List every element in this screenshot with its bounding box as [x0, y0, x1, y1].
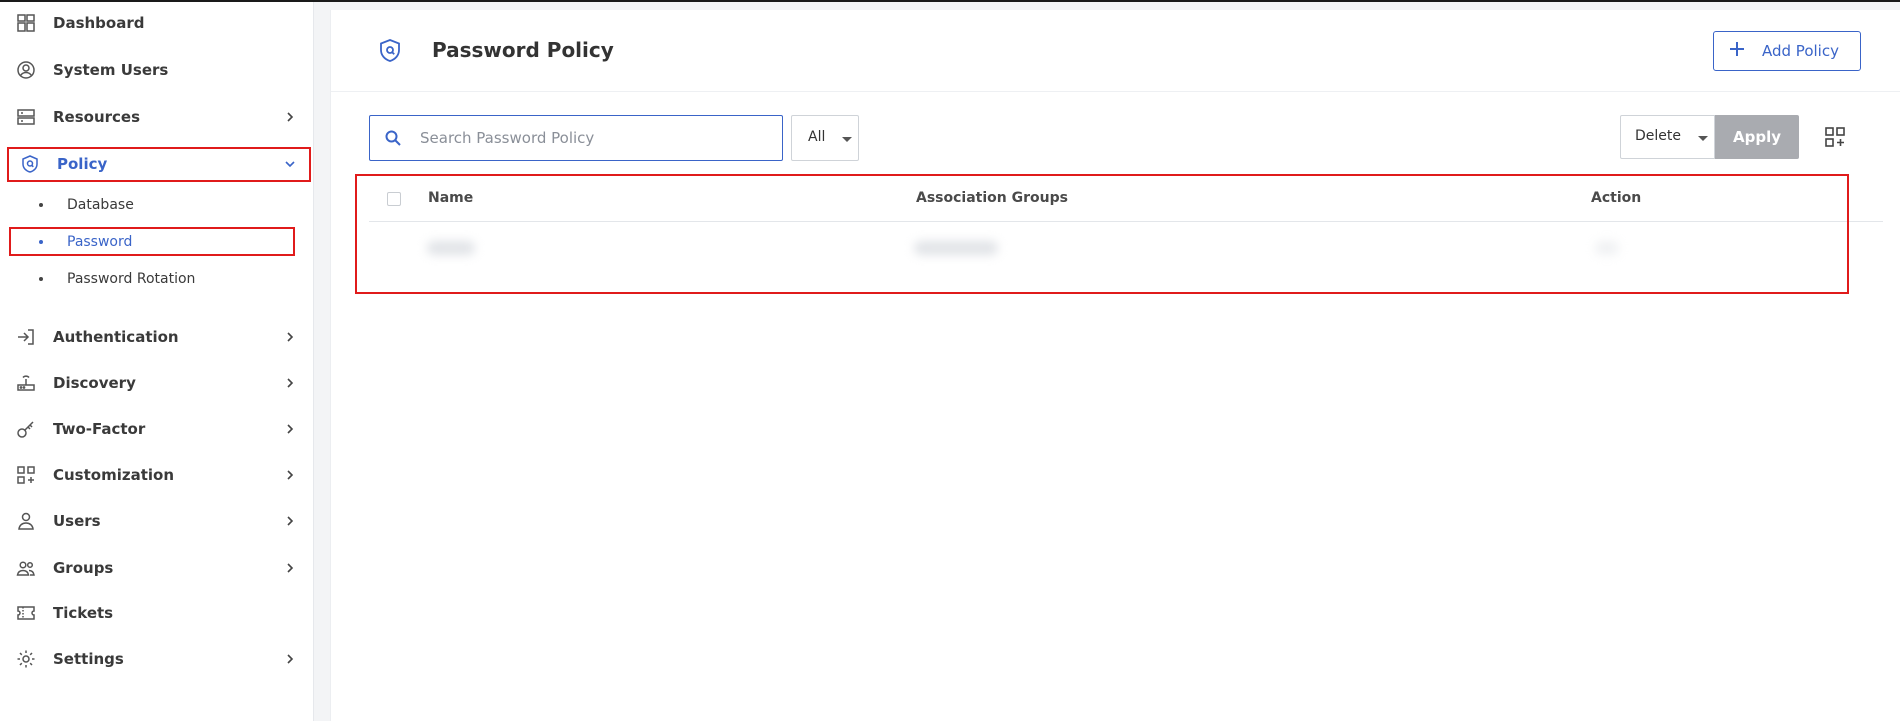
sidebar-item-policy[interactable]: Policy	[0, 149, 314, 179]
blurred-action-cell	[1595, 241, 1619, 255]
search-icon	[384, 129, 402, 147]
bulk-action-value: Delete	[1635, 128, 1681, 144]
sidebar-item-groups[interactable]: Groups	[0, 553, 314, 583]
group-icon	[16, 558, 36, 578]
sidebar-item-label: Authentication	[53, 328, 179, 346]
chevron-right-icon	[283, 110, 297, 124]
main-content: Password Policy Add Policy All Delete Ap…	[314, 2, 1900, 721]
chevron-right-icon	[283, 468, 297, 482]
chevron-down-icon	[283, 157, 297, 171]
sidebar-item-label: Tickets	[53, 604, 114, 622]
widgets-icon	[16, 465, 36, 485]
page-title: Password Policy	[432, 38, 614, 62]
chevron-right-icon	[283, 422, 297, 436]
column-header-action: Action	[1591, 190, 1642, 206]
bullet	[39, 240, 43, 244]
search-input[interactable]	[420, 126, 770, 150]
chevron-right-icon	[283, 561, 297, 575]
caret-down-icon	[842, 137, 852, 142]
sidebar: Dashboard System Users Resources Policy …	[0, 2, 314, 721]
sidebar-item-authentication[interactable]: Authentication	[0, 322, 314, 352]
column-header-name[interactable]: Name	[428, 190, 473, 206]
caret-down-icon	[1698, 136, 1708, 141]
sidebar-item-label: Users	[53, 512, 101, 530]
sidebar-item-label: Two-Factor	[53, 420, 146, 438]
plus-icon	[1728, 40, 1746, 62]
table-header: Name Association Groups Action	[369, 176, 1883, 222]
chevron-right-icon	[283, 514, 297, 528]
sidebar-item-customization[interactable]: Customization	[0, 460, 314, 490]
sidebar-item-label: System Users	[53, 61, 169, 79]
sidebar-subitem-password-rotation[interactable]: Password Rotation	[0, 265, 314, 293]
sidebar-item-label: Discovery	[53, 374, 136, 392]
ticket-icon	[16, 603, 36, 623]
sidebar-item-label: Groups	[53, 559, 114, 577]
sidebar-item-system-users[interactable]: System Users	[0, 55, 314, 85]
sidebar-item-resources[interactable]: Resources	[0, 102, 314, 132]
sidebar-item-label: Resources	[53, 108, 141, 126]
sidebar-subitem-database[interactable]: Database	[0, 191, 314, 219]
sidebar-item-discovery[interactable]: Discovery	[0, 368, 314, 398]
sidebar-item-label: Dashboard	[53, 14, 145, 32]
table-row[interactable]	[369, 223, 1883, 273]
filter-select[interactable]: All	[791, 115, 859, 161]
search-box[interactable]	[369, 115, 783, 161]
sidebar-subitem-password[interactable]: Password	[0, 228, 314, 256]
user-circle-icon	[16, 60, 36, 80]
chevron-right-icon	[283, 376, 297, 390]
apply-button[interactable]: Apply	[1715, 115, 1799, 159]
page-header: Password Policy Add Policy	[331, 10, 1900, 92]
router-icon	[16, 373, 36, 393]
sidebar-item-dashboard[interactable]: Dashboard	[0, 8, 314, 38]
sidebar-item-label: Settings	[53, 650, 124, 668]
user-icon	[16, 511, 36, 531]
column-settings-icon[interactable]	[1823, 125, 1847, 149]
sidebar-item-label: Policy	[57, 155, 108, 173]
bullet	[39, 203, 43, 207]
sidebar-item-tickets[interactable]: Tickets	[0, 598, 314, 628]
key-icon	[16, 419, 36, 439]
gear-icon	[16, 649, 36, 669]
sidebar-subitem-label: Database	[67, 197, 134, 213]
select-all-checkbox[interactable]	[387, 192, 401, 206]
shield-icon	[378, 38, 402, 64]
sidebar-item-two-factor[interactable]: Two-Factor	[0, 414, 314, 444]
add-policy-label: Add Policy	[1762, 42, 1839, 60]
bullet	[39, 277, 43, 281]
sidebar-item-label: Customization	[53, 466, 175, 484]
filter-value: All	[808, 129, 826, 145]
dashboard-icon	[16, 13, 36, 33]
sidebar-subitem-label: Password Rotation	[67, 271, 196, 287]
sidebar-subitem-label: Password	[67, 234, 133, 250]
column-header-association-groups[interactable]: Association Groups	[916, 190, 1068, 206]
sidebar-item-settings[interactable]: Settings	[0, 644, 314, 674]
chevron-right-icon	[283, 652, 297, 666]
server-icon	[16, 107, 36, 127]
add-policy-button[interactable]: Add Policy	[1713, 31, 1861, 71]
sidebar-item-users[interactable]: Users	[0, 506, 314, 536]
chevron-right-icon	[283, 330, 297, 344]
shield-icon	[20, 154, 40, 174]
sign-in-icon	[16, 327, 36, 347]
blurred-name-cell	[427, 241, 475, 255]
blurred-groups-cell	[914, 241, 998, 255]
policy-panel: Password Policy Add Policy All Delete Ap…	[330, 10, 1900, 721]
bulk-action-select[interactable]: Delete	[1620, 115, 1715, 159]
